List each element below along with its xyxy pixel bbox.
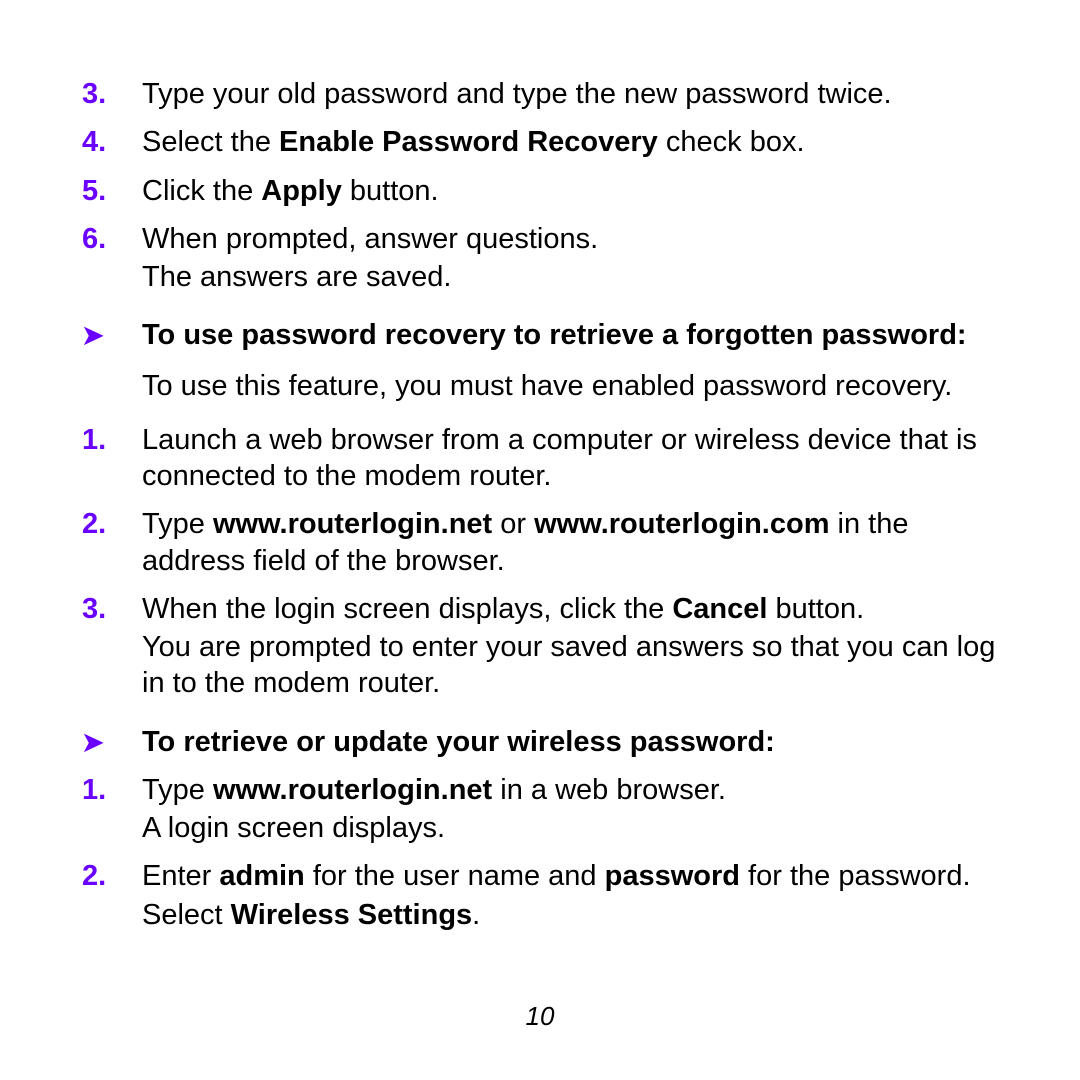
step-text: Click the Apply button.	[142, 173, 1000, 209]
step-4: 4. Select the Enable Password Recovery c…	[80, 124, 1000, 160]
document-page: 3. Type your old password and type the n…	[0, 0, 1080, 1080]
arrow-icon: ➤	[80, 724, 142, 759]
text-part: Type	[142, 508, 213, 540]
bold-text: www.routerlogin.net	[213, 774, 492, 806]
bold-text: Cancel	[672, 593, 767, 625]
step-number: 6.	[80, 221, 142, 257]
arrow-icon: ➤	[80, 317, 142, 352]
step-text: When the login screen displays, click th…	[142, 591, 1000, 702]
text-line: A login screen displays.	[142, 810, 1000, 846]
text-line: When prompted, answer questions.	[142, 221, 1000, 257]
step-text: Launch a web browser from a computer or …	[142, 422, 1000, 495]
step-number: 2.	[80, 506, 142, 542]
text-part: Click the	[142, 175, 261, 207]
recovery-step-1: 1. Launch a web browser from a computer …	[80, 422, 1000, 495]
section-heading-recovery: ➤ To use password recovery to retrieve a…	[80, 317, 1000, 353]
text-line: The answers are saved.	[142, 259, 1000, 295]
step-number: 4.	[80, 124, 142, 160]
text-part: for the password.	[740, 860, 971, 892]
wireless-step-2: 2. Enter admin for the user name and pas…	[80, 858, 1000, 933]
step-text: Type your old password and type the new …	[142, 76, 1000, 112]
text-part: When the login screen displays, click th…	[142, 593, 672, 625]
bold-text: Enable Password Recovery	[279, 126, 658, 158]
recovery-step-3: 3. When the login screen displays, click…	[80, 591, 1000, 702]
text-part: button.	[342, 175, 439, 207]
bold-text: To retrieve or update your wireless pass…	[142, 726, 775, 758]
step-number: 3.	[80, 76, 142, 112]
step-5: 5. Click the Apply button.	[80, 173, 1000, 209]
step-number: 1.	[80, 422, 142, 458]
step-number: 2.	[80, 858, 142, 894]
text-part: Type	[142, 774, 213, 806]
heading-text: To retrieve or update your wireless pass…	[142, 724, 1000, 760]
text-part: Select the	[142, 126, 279, 158]
bold-text: www.routerlogin.com	[534, 508, 829, 540]
text-part: .	[472, 899, 480, 931]
bold-text: admin	[219, 860, 304, 892]
text-line: Select Wireless Settings.	[142, 897, 1000, 933]
step-text: When prompted, answer questions. The ans…	[142, 221, 1000, 296]
section-intro: To use this feature, you must have enabl…	[80, 368, 1000, 404]
recovery-step-2: 2. Type www.routerlogin.net or www.route…	[80, 506, 1000, 579]
step-text: Type www.routerlogin.net or www.routerlo…	[142, 506, 1000, 579]
step-text: Type www.routerlogin.net in a web browse…	[142, 772, 1000, 847]
text-part: for the user name and	[305, 860, 605, 892]
text-line: Type www.routerlogin.net in a web browse…	[142, 772, 1000, 808]
bold-text: Apply	[261, 175, 342, 207]
text-line: Enter admin for the user name and passwo…	[142, 858, 1000, 894]
intro-text: To use this feature, you must have enabl…	[142, 368, 1000, 404]
step-text: Enter admin for the user name and passwo…	[142, 858, 1000, 933]
page-number: 10	[0, 1001, 1080, 1032]
step-6: 6. When prompted, answer questions. The …	[80, 221, 1000, 296]
wireless-step-1: 1. Type www.routerlogin.net in a web bro…	[80, 772, 1000, 847]
step-3: 3. Type your old password and type the n…	[80, 76, 1000, 112]
text-part: button.	[767, 593, 864, 625]
text-line: When the login screen displays, click th…	[142, 591, 1000, 627]
step-number: 5.	[80, 173, 142, 209]
text-part: check box.	[658, 126, 805, 158]
bold-text: Wireless Settings	[231, 899, 473, 931]
step-number: 1.	[80, 772, 142, 808]
section-heading-wireless: ➤ To retrieve or update your wireless pa…	[80, 724, 1000, 760]
text-part: Enter	[142, 860, 219, 892]
step-text: Select the Enable Password Recovery chec…	[142, 124, 1000, 160]
bold-text: To use password recovery to retrieve a f…	[142, 319, 967, 351]
text-part: Select	[142, 899, 231, 931]
text-line: You are prompted to enter your saved ans…	[142, 629, 1000, 702]
text-part: or	[492, 508, 534, 540]
heading-text: To use password recovery to retrieve a f…	[142, 317, 1000, 353]
step-number: 3.	[80, 591, 142, 627]
bold-text: password	[605, 860, 740, 892]
text-part: in a web browser.	[492, 774, 726, 806]
bold-text: www.routerlogin.net	[213, 508, 492, 540]
